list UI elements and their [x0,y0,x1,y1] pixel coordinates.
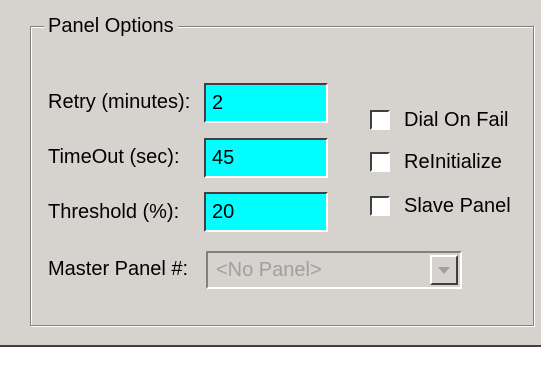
bottom-area [0,347,541,377]
reinitialize-checkbox[interactable] [370,152,390,172]
dial-on-fail-checkbox[interactable] [370,110,390,130]
groupbox-title: Panel Options [44,14,178,38]
chevron-down-icon [438,267,450,274]
retry-minutes-input[interactable] [204,83,328,123]
timeout-sec-input[interactable] [204,138,328,178]
reinitialize-option[interactable]: ReInitialize [370,149,502,175]
dial-on-fail-label[interactable]: Dial On Fail [404,108,508,132]
master-panel-select[interactable]: <No Panel> [206,251,462,289]
master-panel-label: Master Panel #: [48,258,189,280]
master-panel-selected-value: <No Panel> [216,259,322,281]
slave-panel-option[interactable]: Slave Panel [370,193,511,219]
reinitialize-label[interactable]: ReInitialize [404,150,502,174]
threshold-label: Threshold (%): [48,201,180,223]
threshold-percent-input[interactable] [204,192,328,232]
slave-panel-checkbox[interactable] [370,196,390,216]
slave-panel-label[interactable]: Slave Panel [404,194,511,218]
dial-on-fail-option[interactable]: Dial On Fail [370,107,508,133]
timeout-label: TimeOut (sec): [48,146,180,168]
master-panel-dropdown-button[interactable] [430,255,458,285]
retry-label: Retry (minutes): [48,91,191,113]
